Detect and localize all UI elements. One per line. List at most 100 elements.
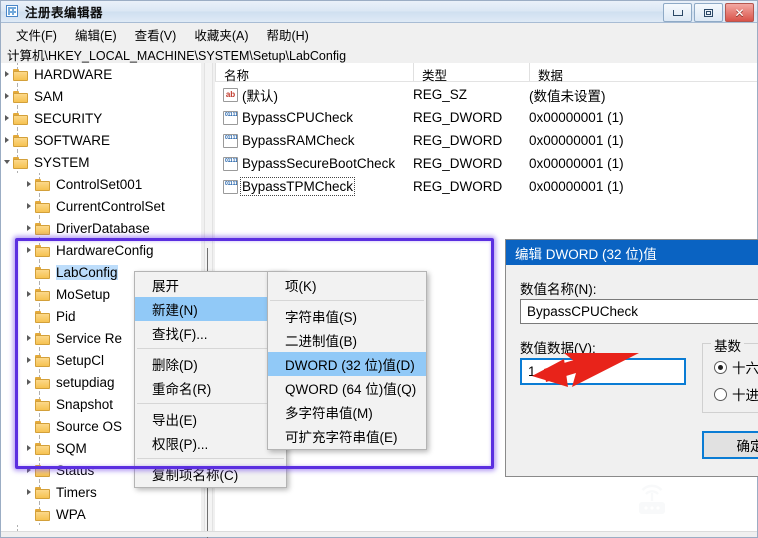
tree-item-label: SQM	[56, 440, 87, 456]
value-name-cell: BypassRAMCheck	[215, 133, 413, 148]
tree-item-driverdatabase[interactable]: DriverDatabase	[1, 217, 201, 239]
radio-hexadecimal-label: 十六进制	[732, 361, 758, 376]
context-menu-item-6[interactable]: 权限(P)...	[135, 431, 286, 455]
submenu-item-3[interactable]: DWORD (32 位)值(D)	[268, 352, 426, 376]
submenu-item-label: 项(K)	[285, 279, 317, 294]
context-menu-item-label: 新建(N)	[152, 303, 198, 318]
context-menu-item-label: 权限(P)...	[152, 437, 209, 452]
menu-separator	[137, 348, 284, 349]
tree-item-label: LabConfig	[56, 264, 118, 280]
context-menu-item-5[interactable]: 导出(E)	[135, 407, 286, 431]
context-menu-item-label: 展开	[152, 279, 179, 294]
context-menu-item-4[interactable]: 重命名(R)	[135, 376, 286, 400]
context-menu-item-0[interactable]: 展开	[135, 273, 286, 297]
status-bar	[1, 531, 757, 537]
context-menu-item-1[interactable]: 新建(N)	[135, 297, 286, 321]
tree-item-label: SOFTWARE	[34, 132, 110, 148]
close-icon: ✕	[734, 5, 745, 20]
context-menu-item-3[interactable]: 删除(D)	[135, 352, 286, 376]
table-row[interactable]: BypassSecureBootCheck REG_DWORD 0x00000001…	[215, 153, 757, 174]
context-menu-item-7[interactable]: 复制项名称(C)	[135, 462, 286, 486]
tree-item-system[interactable]: SYSTEM	[1, 151, 201, 173]
radio-decimal-dot	[714, 387, 727, 401]
value-type-cell: REG_DWORD	[413, 133, 503, 148]
tree-item-sam[interactable]: SAM	[1, 85, 201, 107]
submenu-item-5[interactable]: 多字符串值(M)	[268, 400, 426, 424]
binary-value-icon	[223, 110, 238, 125]
table-row[interactable]: BypassCPUCheck REG_DWORD 0x00000001 (1)	[215, 107, 757, 128]
values-column-header: 名称 类型 数据	[215, 63, 757, 83]
title-bar: 注册表编辑器 ✕	[1, 1, 757, 23]
chevron-right-icon	[27, 203, 31, 209]
tree-item-label: Service Re	[56, 330, 123, 346]
tree-item-software[interactable]: SOFTWARE	[1, 129, 201, 151]
table-row[interactable]: (默认) REG_SZ (数值未设置)	[215, 84, 757, 105]
column-header-data[interactable]: 数据	[529, 63, 757, 83]
value-name-label: 数值名称(N):	[520, 282, 597, 297]
tree-item-label: DriverDatabase	[56, 220, 150, 236]
submenu-item-0[interactable]: 项(K)	[268, 273, 426, 297]
value-type-cell: REG_DWORD	[413, 179, 503, 194]
maximize-icon	[704, 8, 713, 17]
minimize-button[interactable]	[663, 3, 692, 22]
submenu-item-4[interactable]: QWORD (64 位)值(Q)	[268, 376, 426, 400]
folder-icon	[13, 156, 29, 169]
submenu-item-6[interactable]: 可扩充字符串值(E)	[268, 424, 426, 448]
chevron-right-icon	[27, 467, 31, 473]
edit-dword-dialog[interactable]: 编辑 DWORD (32 位)值 数值名称(N): BypassCPUCheck…	[505, 239, 758, 477]
folder-icon	[35, 508, 51, 521]
value-name-text: (默认)	[242, 88, 278, 104]
menu-help[interactable]: 帮助(H)	[257, 23, 317, 46]
tree-item-currentcontrolset[interactable]: CurrentControlSet	[1, 195, 201, 217]
new-submenu[interactable]: 项(K) 字符串值(S) 二进制值(B) DWORD (32 位)值(D) QWORD …	[267, 271, 427, 450]
menu-favorites[interactable]: 收藏夹(A)	[185, 23, 257, 46]
tree-item-label: HardwareConfig	[56, 242, 154, 258]
minimize-icon	[672, 9, 683, 16]
binary-value-icon	[223, 156, 238, 171]
menu-view[interactable]: 查看(V)	[126, 23, 186, 46]
address-bar[interactable]: 计算机\HKEY_LOCAL_MACHINE\SYSTEM\Setup\LabC…	[1, 45, 757, 63]
tree-item-hardware[interactable]: HARDWARE	[1, 63, 201, 85]
folder-icon	[35, 288, 51, 301]
tree-item-label: SECURITY	[34, 110, 103, 126]
table-row[interactable]: BypassTPMCheck REG_DWORD 0x00000001 (1)	[215, 176, 757, 197]
value-data-cell: 0x00000001 (1)	[529, 133, 624, 148]
radio-decimal[interactable]: 十进制	[714, 384, 758, 404]
menu-file[interactable]: 文件(F)	[7, 23, 66, 46]
column-header-type[interactable]: 类型	[413, 63, 529, 83]
ok-button[interactable]: 确定	[702, 431, 758, 459]
chevron-right-icon	[27, 291, 31, 297]
base-groupbox-legend: 基数	[711, 335, 744, 355]
tree-item-controlset001[interactable]: ControlSet001	[1, 173, 201, 195]
tree-item-hardwareconfig[interactable]: HardwareConfig	[1, 239, 201, 261]
maximize-button[interactable]	[694, 3, 723, 22]
chevron-right-icon	[5, 71, 9, 77]
close-button[interactable]: ✕	[725, 3, 754, 22]
chevron-right-icon	[27, 445, 31, 451]
table-row[interactable]: BypassRAMCheck REG_DWORD 0x00000001 (1)	[215, 130, 757, 151]
registry-icon	[6, 4, 20, 19]
tree-item-label: Source OS	[56, 418, 123, 434]
chevron-right-icon	[27, 379, 31, 385]
chevron-right-icon	[27, 225, 31, 231]
menu-separator	[137, 458, 284, 459]
folder-icon	[35, 244, 51, 257]
context-menu-item-label: 重命名(R)	[152, 382, 212, 397]
chevron-right-icon	[27, 357, 31, 363]
menu-edit[interactable]: 编辑(E)	[66, 23, 126, 46]
submenu-item-1[interactable]: 字符串值(S)	[268, 304, 426, 328]
folder-icon	[35, 332, 51, 345]
tree-item-security[interactable]: SECURITY	[1, 107, 201, 129]
value-name-text: BypassSecureBootCheck	[242, 156, 396, 171]
radio-hexadecimal[interactable]: 十六进制	[714, 357, 758, 377]
context-menu[interactable]: 展开新建(N) 查找(F)... 删除(D) 重命名(R) 导出(E) 权限(P)... 复…	[134, 271, 287, 488]
tree-item-wpa[interactable]: WPA	[1, 503, 201, 525]
value-data-input[interactable]: 1	[520, 358, 686, 385]
folder-icon	[13, 134, 29, 147]
chevron-right-icon	[27, 489, 31, 495]
submenu-item-label: 二进制值(B)	[285, 334, 357, 349]
value-name-input[interactable]: BypassCPUCheck	[520, 299, 758, 324]
column-header-name[interactable]: 名称	[215, 63, 413, 83]
context-menu-item-2[interactable]: 查找(F)...	[135, 321, 286, 345]
submenu-item-2[interactable]: 二进制值(B)	[268, 328, 426, 352]
